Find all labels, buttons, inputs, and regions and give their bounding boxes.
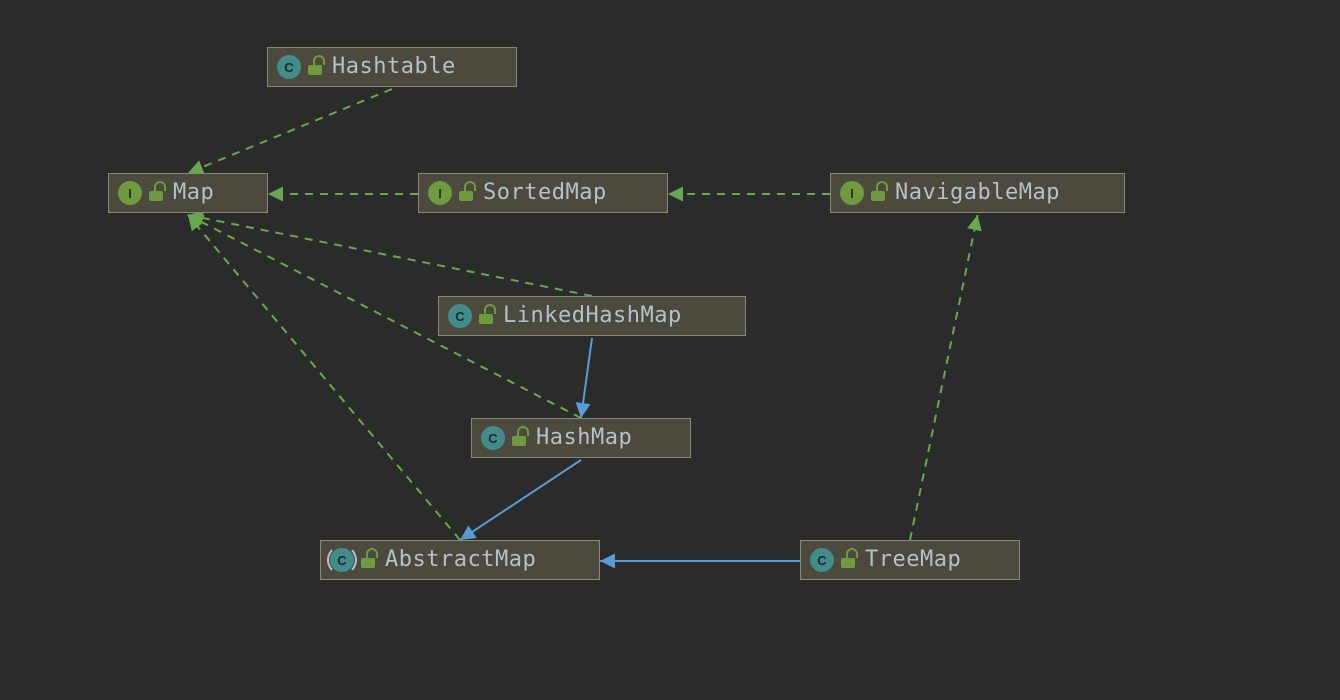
- unlocked-icon: [149, 185, 163, 201]
- unlocked-icon: [512, 430, 526, 446]
- edges-layer: [0, 0, 1340, 700]
- unlocked-icon: [308, 59, 322, 75]
- node-hashmap[interactable]: C HashMap: [471, 418, 691, 458]
- interface-icon: I: [840, 181, 864, 205]
- node-label: AbstractMap: [385, 549, 536, 571]
- class-icon: C: [448, 304, 472, 328]
- node-label: NavigableMap: [895, 182, 1060, 204]
- node-linkedhashmap[interactable]: C LinkedHashMap: [438, 296, 746, 336]
- unlocked-icon: [361, 552, 375, 568]
- class-icon: C: [810, 548, 834, 572]
- node-map[interactable]: I Map: [108, 173, 268, 213]
- node-hashtable[interactable]: C Hashtable: [267, 47, 517, 87]
- edge-abstractmap-to-map: [188, 215, 460, 540]
- node-label: HashMap: [536, 427, 632, 449]
- node-navigablemap[interactable]: I NavigableMap: [830, 173, 1125, 213]
- unlocked-icon: [841, 552, 855, 568]
- edge-hashmap-to-abstractmap: [460, 460, 581, 540]
- node-treemap[interactable]: C TreeMap: [800, 540, 1020, 580]
- edge-linkedhashmap-to-map: [188, 215, 592, 296]
- edge-treemap-to-navigablemap: [910, 215, 978, 540]
- unlocked-icon: [459, 185, 473, 201]
- interface-icon: I: [428, 181, 452, 205]
- node-label: TreeMap: [865, 549, 961, 571]
- node-label: Hashtable: [332, 56, 456, 78]
- abstract-ring-icon: [327, 545, 357, 575]
- node-abstractmap[interactable]: CAbstractMap: [320, 540, 600, 580]
- class-icon: C: [277, 55, 301, 79]
- node-label: Map: [173, 182, 214, 204]
- unlocked-icon: [871, 185, 885, 201]
- unlocked-icon: [479, 308, 493, 324]
- interface-icon: I: [118, 181, 142, 205]
- edge-hashtable-to-map: [188, 89, 392, 173]
- node-sortedmap[interactable]: I SortedMap: [418, 173, 668, 213]
- class-icon: C: [481, 426, 505, 450]
- node-label: SortedMap: [483, 182, 607, 204]
- edge-linkedhashmap-to-hashmap: [581, 338, 592, 418]
- node-label: LinkedHashMap: [503, 305, 682, 327]
